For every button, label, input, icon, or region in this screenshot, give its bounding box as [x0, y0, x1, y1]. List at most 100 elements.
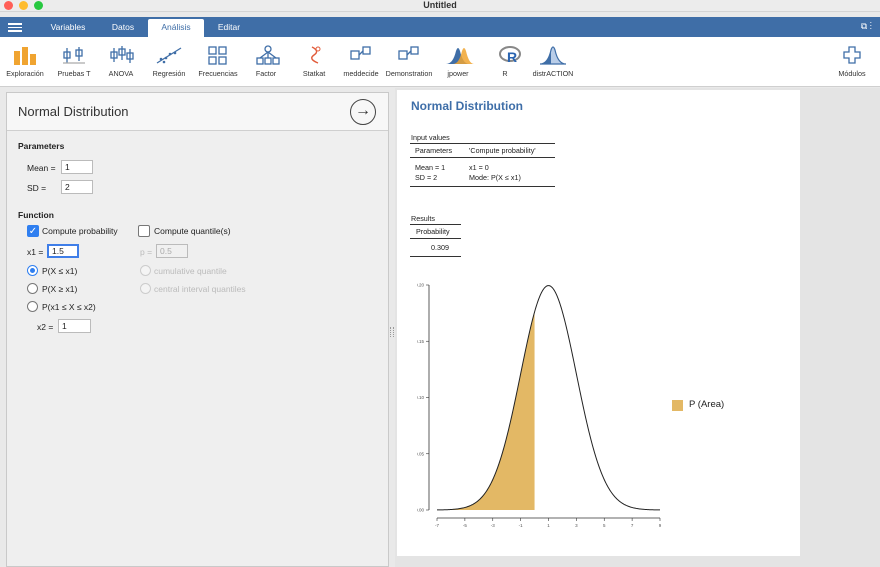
x-tick-label: 3	[575, 523, 578, 528]
radio-p-ge-x1[interactable]	[27, 283, 38, 294]
tab-datos[interactable]: Datos	[100, 17, 146, 37]
exploration-icon	[5, 41, 45, 65]
x-tick-label: 7	[631, 523, 634, 528]
options-header: Normal Distribution →	[7, 93, 388, 131]
results-title: Normal Distribution	[411, 99, 524, 113]
distraction-icon	[533, 41, 573, 65]
x-tick-label: 9	[659, 523, 662, 528]
radio-p-between-label: P(x1 ≤ X ≤ x2)	[42, 302, 96, 312]
window-titlebar: Untitled	[0, 0, 880, 12]
arrow-right-icon[interactable]: →	[350, 99, 376, 125]
table-rule	[410, 256, 461, 257]
radio-cumulative-quantile[interactable]	[140, 265, 151, 276]
density-curve	[437, 285, 660, 511]
compute-probability-label: Compute probability	[42, 226, 118, 236]
regression-icon	[149, 41, 189, 65]
ribbon-distraction[interactable]: distrACTION	[528, 41, 578, 78]
radio-p-le-x1-label: P(X ≤ x1)	[42, 266, 78, 276]
panel-splitter-handle[interactable]	[390, 327, 394, 337]
jpower-icon	[440, 41, 480, 65]
hamburger-menu-icon[interactable]	[8, 21, 22, 33]
ribbon-r[interactable]: R R	[490, 41, 521, 78]
plus-icon	[832, 41, 872, 65]
x2-label: x2 =	[37, 322, 54, 332]
x-tick-label: -7	[435, 523, 439, 528]
ribbon-meddecide[interactable]: meddecide	[340, 41, 382, 78]
x-tick-label: -3	[491, 523, 495, 528]
normal-distribution-plot: 0.00 0.05 0.10 0.15 0.20 -7 -5 -3 -1 1 3 5 7 9	[417, 283, 662, 529]
mean-cell: Mean = 1	[415, 163, 446, 172]
window-title: Untitled	[423, 0, 457, 10]
ribbon-factor[interactable]: Factor	[248, 41, 284, 78]
options-title: Normal Distribution	[18, 104, 129, 119]
analysis-ribbon: Exploración Pruebas T ANOVA Regresión Fr…	[0, 37, 880, 87]
x-tick-label: 5	[603, 523, 606, 528]
col-compute-probability: 'Compute probability'	[469, 146, 536, 155]
p-input[interactable]: 0.5	[156, 244, 188, 258]
compute-probability-checkbox[interactable]: ✓	[27, 225, 39, 237]
r-icon: R	[490, 41, 530, 65]
main-tab-bar: Variables Datos Análisis Editar ⧉ ⋮	[0, 17, 880, 37]
x1-cell: x1 = 0	[469, 163, 489, 172]
legend-swatch	[672, 400, 683, 411]
x2-input[interactable]: 1	[58, 319, 91, 333]
factor-icon	[248, 41, 288, 65]
y-tick-label: 0.00	[417, 508, 424, 513]
table-rule	[410, 238, 461, 239]
options-panel: Normal Distribution → Parameters Mean = …	[6, 92, 389, 567]
cumulative-quantile-label: cumulative quantile	[154, 266, 227, 276]
ribbon-demonstration[interactable]: Demonstration	[382, 41, 436, 78]
mean-input[interactable]: 1	[61, 160, 93, 174]
ribbon-regresion[interactable]: Regresión	[148, 41, 190, 78]
parameters-heading: Parameters	[18, 141, 65, 151]
sd-cell: SD = 2	[415, 173, 438, 182]
x1-input[interactable]: 1.5	[47, 244, 79, 258]
anova-icon	[102, 41, 142, 65]
ribbon-modulos[interactable]: Módulos	[832, 41, 872, 78]
table-rule	[410, 224, 461, 225]
t-tests-icon	[54, 41, 94, 65]
ribbon-frecuencias[interactable]: Frecuencias	[196, 41, 240, 78]
window-mode-icon[interactable]: ⧉ ⋮	[861, 21, 872, 32]
p-label: p =	[140, 247, 153, 257]
compute-quantile-checkbox[interactable]	[138, 225, 150, 237]
y-tick-label: 0.10	[417, 395, 424, 400]
meddecide-icon	[341, 41, 381, 65]
radio-p-ge-x1-label: P(X ≥ x1)	[42, 284, 78, 294]
probability-area	[437, 311, 535, 510]
y-tick-label: 0.05	[417, 451, 424, 456]
radio-central-interval[interactable]	[140, 283, 151, 294]
sd-input[interactable]: 2	[61, 180, 93, 194]
results-heading: Results	[411, 214, 435, 223]
tab-editar[interactable]: Editar	[206, 17, 252, 37]
tab-analisis[interactable]: Análisis	[148, 19, 204, 37]
mode-cell: Mode: P(X ≤ x1)	[469, 173, 521, 182]
table-rule	[410, 143, 555, 144]
x-tick-label: 1	[547, 523, 550, 528]
x-tick-label: -1	[519, 523, 523, 528]
statkat-icon	[296, 41, 336, 65]
x1-label: x1 =	[27, 247, 44, 257]
ribbon-statkat[interactable]: Statkat	[296, 41, 332, 78]
input-values-heading: Input values	[411, 133, 450, 142]
table-rule	[410, 157, 555, 158]
ribbon-pruebas-t[interactable]: Pruebas T	[54, 41, 94, 78]
col-parameters: Parameters	[415, 146, 453, 155]
function-heading: Function	[18, 210, 54, 220]
radio-p-between[interactable]	[27, 301, 38, 312]
ribbon-jpower[interactable]: jpower	[440, 41, 476, 78]
probability-value: 0.309	[431, 243, 449, 252]
table-rule	[410, 186, 555, 187]
tab-variables[interactable]: Variables	[40, 17, 96, 37]
radio-p-le-x1[interactable]	[27, 265, 38, 276]
demonstration-icon	[389, 41, 429, 65]
ribbon-exploracion[interactable]: Exploración	[2, 41, 48, 78]
legend-label: P (Area)	[689, 399, 725, 410]
y-tick-label: 0.20	[417, 283, 424, 288]
ribbon-anova[interactable]: ANOVA	[102, 41, 140, 78]
central-interval-label: central interval quantiles	[154, 284, 246, 294]
results-panel: Normal Distribution Input values Paramet…	[397, 90, 800, 556]
svg-text:R: R	[507, 49, 517, 65]
mean-label: Mean =	[27, 163, 56, 173]
sd-label: SD =	[27, 183, 47, 193]
